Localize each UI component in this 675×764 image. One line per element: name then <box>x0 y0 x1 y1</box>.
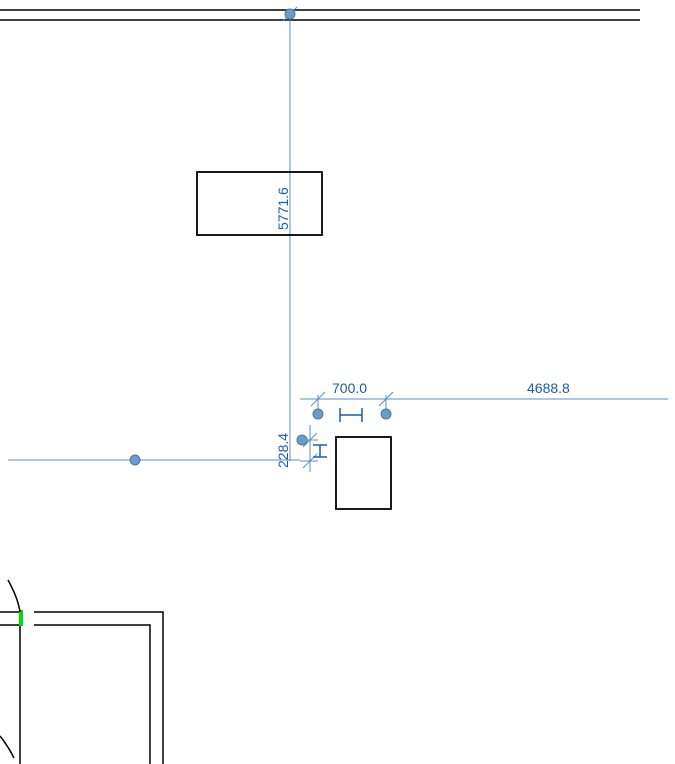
entity-wall-outer[interactable] <box>0 612 20 764</box>
grip-dot[interactable] <box>381 409 391 419</box>
entity-rect-1[interactable] <box>197 172 322 235</box>
grip-dot[interactable] <box>285 9 295 19</box>
entity-arc-1[interactable] <box>8 580 20 612</box>
entity-wall-inner[interactable] <box>34 625 150 764</box>
dimension-horizontal-b[interactable]: 4688.8 <box>527 380 570 396</box>
entity-rect-2[interactable] <box>336 437 391 509</box>
align-marker-icon <box>340 408 362 422</box>
selection-marker[interactable] <box>19 610 23 626</box>
grip-dot[interactable] <box>130 455 140 465</box>
dimension-vertical-small[interactable]: 228.4 <box>275 433 291 468</box>
grip-dot[interactable] <box>297 435 307 445</box>
dimension-horizontal-a[interactable]: 700.0 <box>332 380 367 396</box>
cad-canvas[interactable]: 5771.6 700.0 4688.8 228.4 <box>0 0 675 764</box>
dimension-vertical-main[interactable]: 5771.6 <box>275 187 291 230</box>
entity-arc-2[interactable] <box>0 736 14 758</box>
grip-dot[interactable] <box>313 409 323 419</box>
entity-wall-outer2[interactable] <box>34 612 163 764</box>
